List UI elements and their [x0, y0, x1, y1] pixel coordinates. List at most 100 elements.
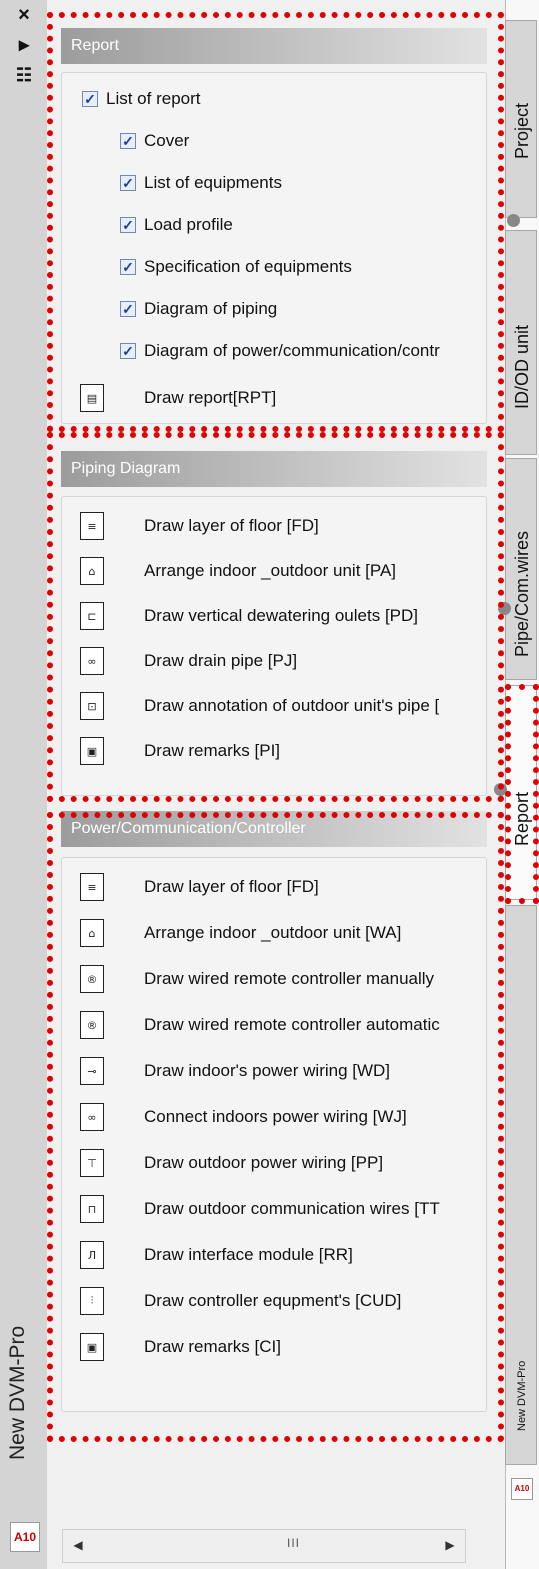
- report-checkbox-load-profile[interactable]: ✓ Load profile: [120, 211, 233, 239]
- remarks-icon: ▣: [80, 737, 104, 765]
- controller-equipment-icon: ⫶: [80, 1287, 104, 1315]
- piping-group: Piping Diagram ≡ Draw layer of floor [FD…: [61, 451, 487, 796]
- command-label: Draw wired remote controller manually: [144, 969, 435, 988]
- report-checkbox-diagram-of-power[interactable]: ✓ Diagram of power/communication/contr: [120, 337, 484, 365]
- report-checkbox-label: Load profile: [144, 215, 233, 234]
- tab-label: Pipe/Com.wires: [512, 530, 532, 657]
- connect-wiring-icon: ∞: [80, 1103, 104, 1131]
- report-checkbox-list-of-equipments[interactable]: ✓ List of equipments: [120, 169, 282, 197]
- remarks-icon: ▣: [80, 1333, 104, 1361]
- arrange-unit-icon: ⌂: [80, 919, 104, 947]
- arrange-unit-icon: ⌂: [80, 557, 104, 585]
- power-cmd-remote-auto[interactable]: ® Draw wired remote controller automatic: [80, 1008, 480, 1042]
- secondary-palette-title: New DVM-Pro: [516, 1360, 528, 1431]
- palette-content: Report ✓ List of report ✓ Cover ✓ List o…: [47, 0, 505, 1569]
- report-group: Report ✓ List of report ✓ Cover ✓ List o…: [61, 28, 487, 424]
- horizontal-scrollbar[interactable]: ◀ III ▶: [62, 1529, 466, 1563]
- command-label: Draw report[RPT]: [144, 388, 277, 407]
- checkbox-checked-icon[interactable]: ✓: [120, 133, 136, 149]
- dewatering-outlet-icon: ⊏: [80, 602, 104, 630]
- report-checkbox-specification[interactable]: ✓ Specification of equipments: [120, 253, 352, 281]
- report-group-body: ✓ List of report ✓ Cover ✓ List of equip…: [61, 72, 487, 424]
- piping-cmd-dewatering-outlets[interactable]: ⊏ Draw vertical dewatering oulets [PD]: [80, 599, 480, 633]
- command-label: Draw drain pipe [PJ]: [144, 651, 298, 670]
- power-cmd-interface-module[interactable]: Л Draw interface module [RR]: [80, 1238, 480, 1272]
- report-group-header: Report: [61, 28, 487, 64]
- command-label: Draw annotation of outdoor unit's pipe [: [144, 696, 440, 715]
- power-cmd-remarks[interactable]: ▣ Draw remarks [CI]: [80, 1330, 480, 1364]
- piping-cmd-remarks[interactable]: ▣ Draw remarks [PI]: [80, 734, 480, 768]
- checkbox-checked-icon[interactable]: ✓: [120, 217, 136, 233]
- power-cmd-connect-indoors[interactable]: ∞ Connect indoors power wiring [WJ]: [80, 1100, 480, 1134]
- power-wiring-icon: ⊸: [80, 1057, 104, 1085]
- checkbox-checked-icon[interactable]: ✓: [120, 301, 136, 317]
- tab-pipe-com-wires[interactable]: Pipe/Com.wires: [505, 458, 537, 680]
- command-label: Draw vertical dewatering oulets [PD]: [144, 606, 419, 625]
- report-checkbox-label: Diagram of piping: [144, 299, 278, 318]
- command-label: Arrange indoor _outdoor unit [WA]: [144, 923, 402, 942]
- command-label: Draw controller equpment's [CUD]: [144, 1291, 402, 1310]
- secondary-palette-strip: New DVM-Pro: [505, 905, 537, 1465]
- interface-module-icon: Л: [80, 1241, 104, 1269]
- report-checkbox-label: Diagram of power/communication/contr: [144, 341, 440, 360]
- report-checkbox-label: List of equipments: [144, 173, 282, 192]
- checkbox-checked-icon[interactable]: ✓: [120, 259, 136, 275]
- checkbox-checked-icon[interactable]: ✓: [120, 343, 136, 359]
- palette-logo: A10: [10, 1522, 40, 1552]
- draw-report-command[interactable]: ▤ Draw report[RPT]: [80, 381, 480, 415]
- report-document-icon: ▤: [80, 384, 104, 412]
- command-label: Draw outdoor power wiring [PP]: [144, 1153, 384, 1172]
- palette-title: New DVM-Pro: [6, 1325, 29, 1460]
- checkbox-checked-icon[interactable]: ✓: [82, 91, 98, 107]
- power-cmd-arrange-units[interactable]: ⌂ Arrange indoor _outdoor unit [WA]: [80, 916, 480, 950]
- secondary-palette-logo: A10: [511, 1478, 533, 1500]
- report-checkbox-cover[interactable]: ✓ Cover: [120, 127, 189, 155]
- command-label: Connect indoors power wiring [WJ]: [144, 1107, 407, 1126]
- close-icon[interactable]: ×: [12, 4, 36, 26]
- properties-icon[interactable]: ☷: [12, 64, 36, 86]
- report-checkbox-diagram-of-piping[interactable]: ✓ Diagram of piping: [120, 295, 277, 323]
- piping-group-body: ≡ Draw layer of floor [FD] ⌂ Arrange ind…: [61, 496, 487, 796]
- power-cmd-controller-equipment[interactable]: ⫶ Draw controller equpment's [CUD]: [80, 1284, 480, 1318]
- tab-divider-dot: [498, 602, 511, 615]
- scroll-right-icon[interactable]: ▶: [443, 1538, 457, 1552]
- piping-cmd-annotation[interactable]: ⊡ Draw annotation of outdoor unit's pipe…: [80, 689, 480, 723]
- tab-id-od-unit[interactable]: ID/OD unit: [505, 230, 537, 455]
- power-cmd-remote-manual[interactable]: ® Draw wired remote controller manually: [80, 962, 480, 996]
- list-of-report-checkbox[interactable]: ✓ List of report: [82, 85, 201, 113]
- piping-cmd-drain-pipe[interactable]: ∞ Draw drain pipe [PJ]: [80, 644, 480, 678]
- command-label: Draw wired remote controller automatic: [144, 1015, 440, 1034]
- power-group-header: Power/Communication/Controller: [61, 811, 487, 847]
- tab-label: Project: [512, 102, 532, 159]
- piping-cmd-arrange-units[interactable]: ⌂ Arrange indoor _outdoor unit [PA]: [80, 554, 480, 588]
- power-group-body: ≡ Draw layer of floor [FD] ⌂ Arrange ind…: [61, 857, 487, 1412]
- report-checkbox-label: Cover: [144, 131, 190, 150]
- power-group: Power/Communication/Controller ≡ Draw la…: [61, 811, 487, 1412]
- power-cmd-outdoor-comm[interactable]: ⊓ Draw outdoor communication wires [TT: [80, 1192, 480, 1226]
- tab-label: Report: [512, 791, 532, 846]
- scroll-thumb[interactable]: III: [287, 1536, 300, 1550]
- scroll-left-icon[interactable]: ◀: [71, 1538, 85, 1552]
- checkbox-checked-icon[interactable]: ✓: [120, 175, 136, 191]
- autohide-icon[interactable]: ▸: [12, 34, 36, 56]
- communication-wire-icon: ⊓: [80, 1195, 104, 1223]
- palette-titlebar: × ▸ ☷ New DVM-Pro A10: [0, 0, 48, 1569]
- command-label: Draw interface module [RR]: [144, 1245, 353, 1264]
- tab-divider-dot: [494, 783, 507, 796]
- tab-project[interactable]: Project: [505, 20, 537, 218]
- drain-pipe-icon: ∞: [80, 647, 104, 675]
- command-label: Arrange indoor _outdoor unit [PA]: [144, 561, 397, 580]
- power-cmd-layer-of-floor[interactable]: ≡ Draw layer of floor [FD]: [80, 870, 480, 904]
- tab-label: ID/OD unit: [512, 324, 532, 409]
- command-label: Draw remarks [CI]: [144, 1337, 281, 1356]
- piping-group-header: Piping Diagram: [61, 451, 487, 487]
- floor-layer-icon: ≡: [80, 873, 104, 901]
- power-cmd-indoor-power-wiring[interactable]: ⊸ Draw indoor's power wiring [WD]: [80, 1054, 480, 1088]
- report-checkbox-label: Specification of equipments: [144, 257, 352, 276]
- outdoor-power-icon: ⊤: [80, 1149, 104, 1177]
- piping-cmd-layer-of-floor[interactable]: ≡ Draw layer of floor [FD]: [80, 509, 480, 543]
- command-label: Draw layer of floor [FD]: [144, 877, 319, 896]
- power-cmd-outdoor-power[interactable]: ⊤ Draw outdoor power wiring [PP]: [80, 1146, 480, 1180]
- command-label: Draw indoor's power wiring [WD]: [144, 1061, 391, 1080]
- tab-report[interactable]: Report: [505, 685, 537, 900]
